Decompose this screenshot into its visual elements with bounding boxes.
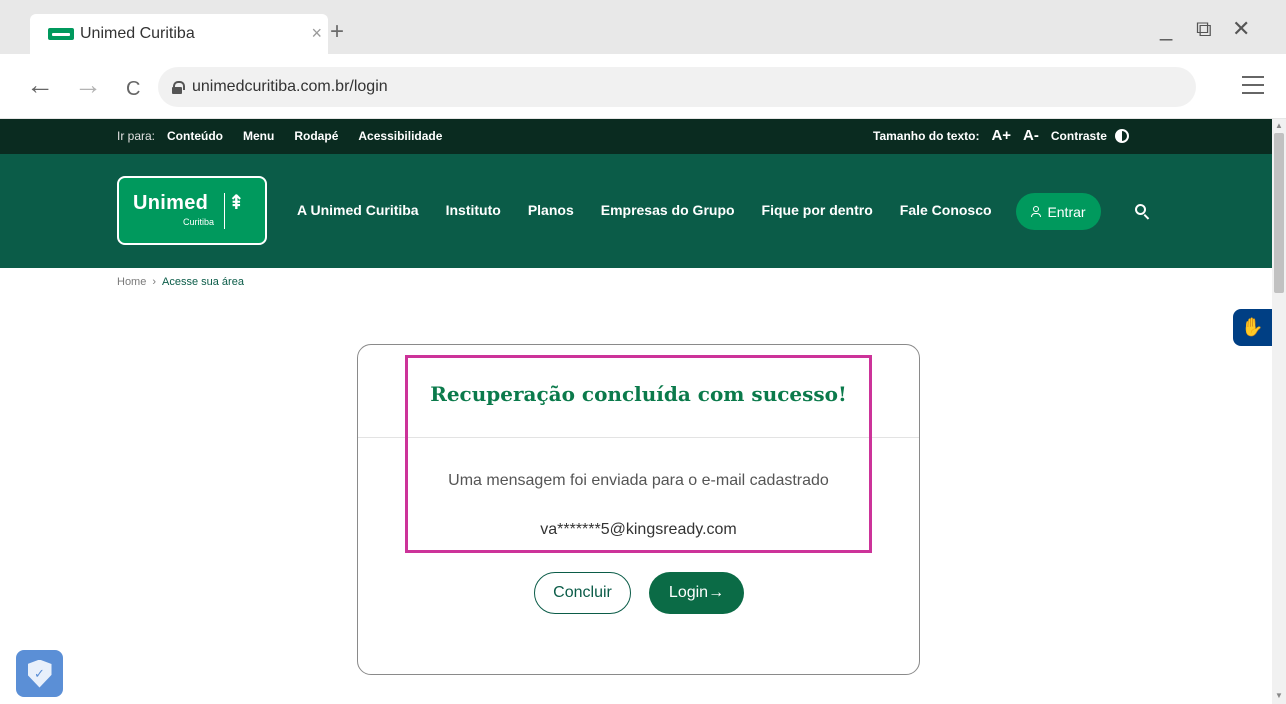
logo-wordmark: Unimed	[133, 192, 209, 214]
close-window-button[interactable]: ✕	[1232, 18, 1250, 40]
tab-title: Unimed Curitiba	[80, 25, 195, 42]
nav-item-fique-por-dentro[interactable]: Fique por dentro	[762, 202, 873, 218]
card-divider	[358, 437, 919, 438]
nav-item-planos[interactable]: Planos	[528, 202, 574, 218]
reload-button[interactable]: C	[126, 74, 140, 104]
minimize-button[interactable]: _	[1160, 18, 1172, 40]
breadcrumb: Home › Acesse sua área	[117, 276, 244, 288]
text-size-label: Tamanho do texto:	[873, 128, 980, 143]
forward-button[interactable]: →	[74, 70, 102, 100]
login-button[interactable]: Entrar	[1016, 193, 1101, 230]
utility-bar: Ir para: Conteúdo Menu Rodapé Acessibili…	[0, 119, 1272, 154]
skip-link-menu[interactable]: Menu	[243, 129, 274, 143]
page-scrollbar[interactable]: ▲ ▼	[1272, 119, 1286, 704]
page-content: Ir para: Conteúdo Menu Rodapé Acessibili…	[0, 119, 1272, 704]
back-button[interactable]: ←	[26, 70, 54, 100]
unimed-logo[interactable]: Unimed ⇞ Curitiba	[117, 176, 267, 245]
logo-divider	[224, 193, 225, 229]
nav-item-a-unimed-curitiba[interactable]: A Unimed Curitiba	[297, 202, 419, 218]
scroll-up-icon[interactable]: ▲	[1275, 121, 1283, 130]
breadcrumb-current: Acesse sua área	[162, 276, 244, 288]
card-message: Uma mensagem foi enviada para o e-mail c…	[448, 472, 829, 489]
nav-item-instituto[interactable]: Instituto	[446, 202, 501, 218]
contrast-label[interactable]: Contraste	[1051, 129, 1107, 143]
skip-link-content[interactable]: Conteúdo	[167, 129, 223, 143]
increase-text-button[interactable]: A+	[991, 127, 1011, 144]
decrease-text-button[interactable]: A-	[1023, 127, 1039, 144]
browser-tab[interactable]: Unimed Curitiba ×	[30, 14, 328, 54]
main-header: Unimed ⇞ Curitiba A Unimed Curitiba Inst…	[0, 154, 1272, 268]
go-to-label: Ir para:	[117, 129, 156, 143]
skip-link-footer[interactable]: Rodapé	[294, 129, 338, 143]
shield-check-icon: ✓	[27, 659, 52, 688]
browser-menu-icon[interactable]	[1242, 76, 1264, 94]
recovery-success-card: Recuperação concluída com sucesso! Uma m…	[357, 344, 920, 675]
breadcrumb-home[interactable]: Home	[117, 276, 146, 288]
nav-item-fale-conosco[interactable]: Fale Conosco	[900, 202, 992, 218]
search-icon[interactable]	[1135, 204, 1151, 220]
restore-button[interactable]: ⧉	[1196, 18, 1212, 40]
check-icon: ✓	[34, 665, 45, 681]
address-bar: ← → C unimedcuritiba.com.br/login	[0, 54, 1286, 119]
user-icon	[1031, 206, 1042, 217]
sign-language-widget[interactable]: ✋	[1233, 309, 1272, 346]
contrast-icon[interactable]	[1114, 128, 1129, 143]
scroll-down-icon[interactable]: ▼	[1275, 691, 1283, 700]
masked-email: va*******5@kingsready.com	[540, 521, 737, 538]
browser-tab-strip: Unimed Curitiba × + _ ⧉ ✕	[0, 0, 1286, 54]
login-submit-button[interactable]: Login→	[649, 572, 744, 614]
tab-close-icon[interactable]: ×	[311, 23, 322, 44]
new-tab-button[interactable]: +	[330, 20, 344, 44]
nav-item-empresas-do-grupo[interactable]: Empresas do Grupo	[601, 202, 735, 218]
logo-city: Curitiba	[183, 217, 215, 227]
url-text[interactable]: unimedcuritiba.com.br/login	[192, 78, 388, 96]
done-button[interactable]: Concluir	[534, 572, 631, 614]
url-field[interactable]: unimedcuritiba.com.br/login	[158, 67, 1196, 107]
main-nav: A Unimed Curitiba Instituto Planos Empre…	[297, 202, 992, 218]
unimed-favicon-icon	[48, 28, 74, 40]
lock-icon	[172, 80, 185, 94]
card-title: Recuperação concluída com sucesso!	[430, 382, 847, 406]
skip-link-accessibility[interactable]: Acessibilidade	[358, 129, 442, 143]
logo-tree-icon: ⇞	[228, 192, 245, 214]
login-button-label: Entrar	[1047, 203, 1086, 220]
breadcrumb-separator: ›	[152, 276, 157, 288]
scroll-thumb[interactable]	[1274, 133, 1284, 293]
privacy-widget[interactable]: ✓	[16, 650, 63, 697]
hand-icon: ✋	[1241, 317, 1264, 337]
